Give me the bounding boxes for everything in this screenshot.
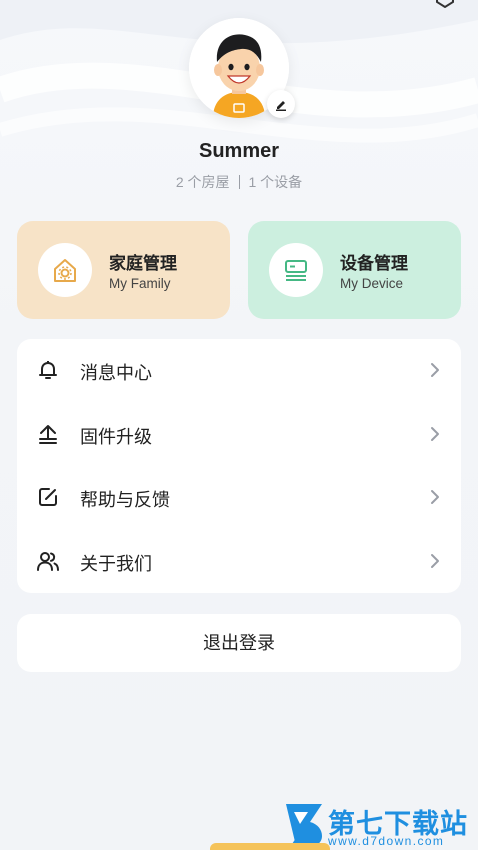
- logout-button[interactable]: 退出登录: [17, 614, 461, 672]
- my-device-card[interactable]: 设备管理 My Device: [248, 221, 461, 319]
- settings-icon[interactable]: [434, 0, 456, 8]
- pencil-icon: [276, 101, 286, 111]
- family-card-subtitle: My Family: [109, 276, 171, 291]
- menu-item-about-us[interactable]: 关于我们: [17, 530, 461, 592]
- bell-icon: [39, 361, 57, 379]
- menu-item-firmware-upgrade[interactable]: 固件升级: [17, 403, 461, 465]
- chevron-right-icon: [431, 490, 439, 504]
- stats-divider: [238, 175, 240, 189]
- menu-item-label: 帮助与反馈: [80, 490, 170, 510]
- device-card-title: 设备管理: [340, 254, 408, 273]
- device-card-subtitle: My Device: [340, 276, 404, 291]
- username: Summer: [198, 140, 280, 162]
- family-card-title: 家庭管理: [109, 254, 177, 273]
- edit-square-icon: [39, 488, 57, 506]
- device-icon: [285, 260, 307, 281]
- settings-menu: 消息中心 固件升级 帮助与反馈 关于我们: [17, 339, 461, 593]
- chevron-right-icon: [431, 427, 439, 441]
- upgrade-icon: [39, 425, 57, 444]
- chevron-right-icon: [431, 554, 439, 568]
- menu-item-help-feedback[interactable]: 帮助与反馈: [17, 466, 461, 528]
- watermark-url: www.d7down.com: [328, 834, 445, 848]
- profile-stats: 2 个房屋 1 个设备: [0, 172, 478, 192]
- house-count: 2 个房屋: [175, 174, 230, 190]
- device-count: 1 个设备: [248, 174, 303, 190]
- menu-item-label: 固件升级: [80, 427, 152, 447]
- menu-item-label: 关于我们: [80, 554, 152, 574]
- watermark-logo-icon: [286, 804, 322, 847]
- menu-item-messages[interactable]: 消息中心: [17, 339, 461, 401]
- menu-item-label: 消息中心: [80, 363, 152, 383]
- family-icon-circle: [38, 243, 92, 297]
- chevron-right-icon: [431, 363, 439, 377]
- device-icon-circle: [269, 243, 323, 297]
- edit-avatar-button[interactable]: [267, 90, 295, 118]
- avatar-container[interactable]: [189, 18, 295, 118]
- my-family-card[interactable]: 家庭管理 My Family: [17, 221, 230, 319]
- house-gear-icon: [54, 259, 76, 282]
- users-icon: [37, 552, 59, 571]
- bottom-accent-bar: [210, 843, 330, 850]
